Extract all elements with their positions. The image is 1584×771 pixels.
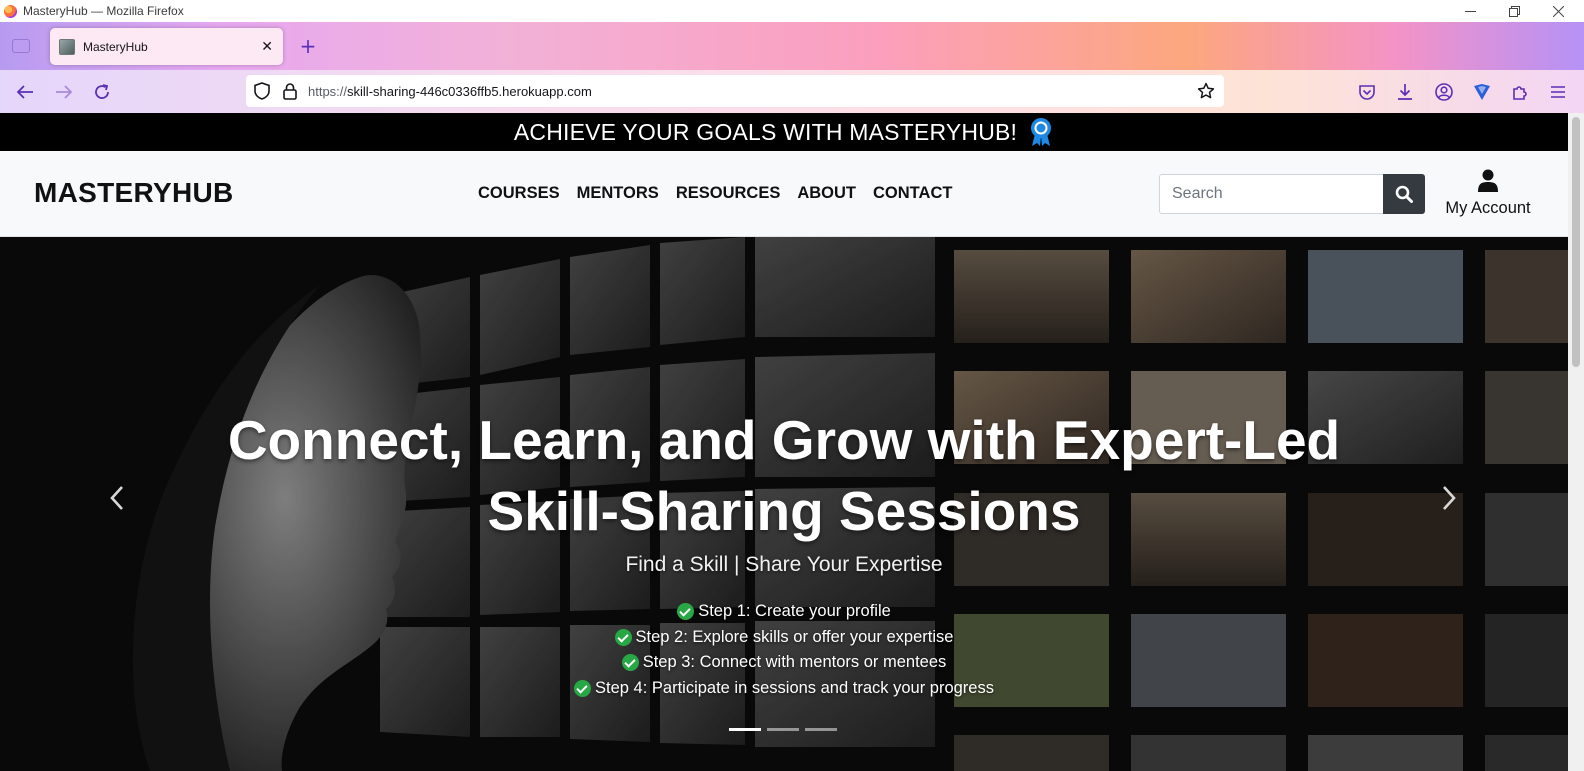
check-circle-icon — [621, 654, 639, 672]
nav-contact[interactable]: CONTACT — [873, 184, 952, 203]
nav-mentors[interactable]: MENTORS — [577, 184, 659, 203]
my-account-label: My Account — [1445, 199, 1531, 217]
carousel-prev-button[interactable] — [102, 483, 132, 513]
forward-icon — [56, 85, 73, 99]
carousel-indicator-2[interactable] — [767, 728, 799, 731]
search-input[interactable] — [1159, 174, 1384, 214]
list-item: Step 3: Connect with mentors or mentees — [0, 650, 1568, 676]
search-form — [1159, 174, 1425, 214]
promo-text: ACHIEVE YOUR GOALS WITH MASTERYHUB! — [513, 118, 1018, 145]
carousel-next-button[interactable] — [1434, 483, 1464, 513]
pocket-icon[interactable] — [1356, 81, 1378, 103]
menu-icon[interactable] — [1547, 81, 1569, 103]
chevron-right-icon — [1443, 486, 1456, 510]
carousel-indicator-1[interactable] — [729, 728, 761, 731]
scrollbar-thumb[interactable] — [1572, 117, 1580, 367]
nav-resources[interactable]: RESOURCES — [676, 184, 781, 203]
step-text: Step 1: Create your profile — [698, 602, 891, 621]
tab-title: MasteryHub — [83, 39, 148, 54]
list-item: Step 1: Create your profile — [0, 599, 1568, 625]
url-text[interactable]: https://skill-sharing-446c0336ffb5.herok… — [308, 84, 1196, 99]
shield-icon[interactable] — [252, 81, 272, 101]
hero-carousel: Connect, Learn, and Grow with Expert-Led… — [0, 237, 1568, 771]
main-nav: COURSES MENTORS RESOURCES ABOUT CONTACT — [478, 184, 969, 203]
url-bar[interactable]: https://skill-sharing-446c0336ffb5.herok… — [246, 75, 1224, 107]
hero-title: Connect, Learn, and Grow with Expert-Led… — [227, 409, 1341, 542]
downloads-icon[interactable] — [1394, 81, 1416, 103]
minimize-button[interactable] — [1448, 0, 1492, 22]
check-circle-icon — [574, 679, 592, 697]
steps-list: Step 1: Create your profile Step 2: Expl… — [0, 599, 1568, 701]
carousel-indicator-3[interactable] — [805, 728, 837, 731]
tab-strip: MasteryHub ✕ + — [0, 22, 1584, 70]
search-icon — [1395, 185, 1414, 203]
firefox-logo-icon — [4, 4, 17, 18]
back-button[interactable] — [12, 79, 38, 105]
browser-toolbar: https://skill-sharing-446c0336ffb5.herok… — [0, 70, 1584, 113]
back-icon — [16, 85, 33, 99]
nav-courses[interactable]: COURSES — [478, 184, 560, 203]
reload-icon — [95, 84, 109, 99]
check-circle-icon — [614, 628, 632, 646]
step-text: Step 4: Participate in sessions and trac… — [595, 678, 994, 697]
extensions-icon[interactable] — [1509, 81, 1531, 103]
new-tab-button[interactable]: + — [296, 34, 320, 58]
tab-close-icon[interactable]: ✕ — [261, 39, 273, 55]
carousel-indicators — [729, 728, 843, 731]
close-icon — [1552, 5, 1564, 17]
award-ribbon-icon — [1028, 117, 1054, 147]
list-item: Step 2: Explore skills or offer your exp… — [0, 625, 1568, 651]
restore-button[interactable] — [1492, 0, 1536, 22]
window-title: MasteryHub — Mozilla Firefox — [23, 4, 184, 18]
forward-button[interactable] — [51, 79, 77, 105]
reload-button[interactable] — [89, 79, 115, 105]
chevron-left-icon — [110, 486, 123, 510]
promo-banner: ACHIEVE YOUR GOALS WITH MASTERYHUB! — [0, 113, 1568, 151]
window-titlebar: MasteryHub — Mozilla Firefox — [0, 0, 1584, 22]
minimize-icon — [1464, 10, 1476, 12]
search-button[interactable] — [1383, 174, 1425, 214]
list-item: Step 4: Participate in sessions and trac… — [0, 676, 1568, 702]
my-account-link[interactable]: My Account — [1440, 169, 1536, 218]
step-text: Step 2: Explore skills or offer your exp… — [635, 627, 954, 646]
user-icon — [1478, 169, 1498, 192]
hero-subtitle: Find a Skill | Share Your Expertise — [625, 553, 943, 576]
restore-icon — [1508, 5, 1520, 17]
page-scrollbar[interactable] — [1568, 113, 1584, 771]
site-logo[interactable]: MASTERYHUB — [34, 177, 234, 209]
check-circle-icon — [677, 603, 695, 621]
nav-about[interactable]: ABOUT — [797, 184, 856, 203]
extension-vpn-icon[interactable] — [1471, 81, 1493, 103]
firefox-view-button[interactable] — [12, 39, 30, 53]
tab-masteryhub[interactable]: MasteryHub ✕ — [50, 28, 283, 65]
step-text: Step 3: Connect with mentors or mentees — [642, 653, 947, 672]
close-window-button[interactable] — [1536, 0, 1580, 22]
bookmark-star-icon[interactable] — [1196, 81, 1216, 101]
lock-icon[interactable] — [280, 81, 300, 101]
account-icon[interactable] — [1433, 81, 1455, 103]
site-favicon-icon — [59, 38, 75, 55]
site-header: MASTERYHUB COURSES MENTORS RESOURCES ABO… — [0, 151, 1568, 237]
